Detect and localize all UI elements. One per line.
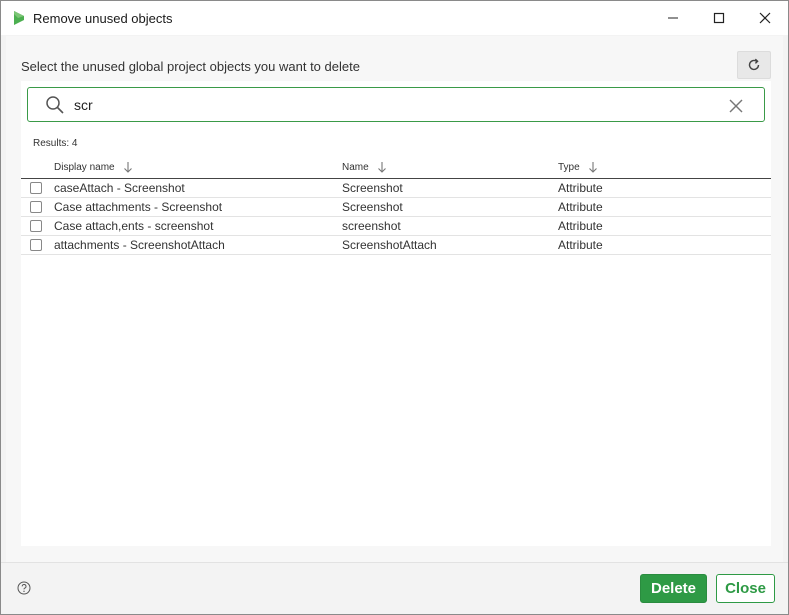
objects-list-area: Results: 4 Display name Name Type bbox=[21, 81, 771, 546]
arrow-down-icon bbox=[588, 162, 598, 173]
search-icon bbox=[46, 96, 64, 114]
search-input[interactable] bbox=[74, 94, 674, 116]
instruction-text: Select the unused global project objects… bbox=[21, 59, 360, 74]
title-bar[interactable]: Remove unused objects bbox=[1, 1, 788, 35]
cell-display-name: caseAttach - Screenshot bbox=[54, 181, 185, 195]
row-checkbox[interactable] bbox=[30, 182, 42, 194]
cell-type: Attribute bbox=[558, 238, 603, 252]
remove-unused-objects-dialog: Remove unused objects Select the unused … bbox=[0, 0, 789, 615]
cell-name: ScreenshotAttach bbox=[342, 238, 437, 252]
maximize-icon bbox=[713, 12, 725, 24]
row-checkbox[interactable] bbox=[30, 239, 42, 251]
column-header-display-name[interactable]: Display name bbox=[54, 162, 133, 173]
table-row[interactable]: attachments - ScreenshotAttach Screensho… bbox=[21, 236, 771, 255]
footer-divider bbox=[1, 562, 788, 563]
maximize-button[interactable] bbox=[696, 1, 742, 35]
cell-type: Attribute bbox=[558, 181, 603, 195]
refresh-icon bbox=[748, 58, 760, 71]
search-box[interactable] bbox=[27, 87, 765, 122]
cell-name: Screenshot bbox=[342, 200, 403, 214]
arrow-down-icon bbox=[123, 162, 133, 173]
window-title: Remove unused objects bbox=[33, 11, 173, 26]
cell-display-name: attachments - ScreenshotAttach bbox=[54, 238, 225, 252]
cell-display-name: Case attachments - Screenshot bbox=[54, 200, 223, 214]
row-checkbox[interactable] bbox=[30, 220, 42, 232]
table-row[interactable]: Case attachments - Screenshot Screenshot… bbox=[21, 198, 771, 217]
column-header-type[interactable]: Type bbox=[558, 162, 598, 173]
arrow-down-icon bbox=[377, 162, 387, 173]
table-row[interactable]: caseAttach - Screenshot Screenshot Attri… bbox=[21, 179, 771, 198]
cell-type: Attribute bbox=[558, 219, 603, 233]
minimize-button[interactable] bbox=[650, 1, 696, 35]
column-header-label: Display name bbox=[54, 162, 115, 173]
cell-name: Screenshot bbox=[342, 181, 403, 195]
table-row[interactable]: Case attach,ents - screenshot screenshot… bbox=[21, 217, 771, 236]
column-header-label: Type bbox=[558, 162, 580, 173]
cell-display-name: Case attach,ents - screenshot bbox=[54, 219, 214, 233]
row-checkbox[interactable] bbox=[30, 201, 42, 213]
cell-type: Attribute bbox=[558, 200, 603, 214]
content-panel: Select the unused global project objects… bbox=[6, 36, 783, 562]
minimize-icon bbox=[668, 17, 678, 19]
refresh-button[interactable] bbox=[737, 51, 771, 79]
delete-button[interactable]: Delete bbox=[640, 574, 707, 603]
cell-name: screenshot bbox=[342, 219, 401, 233]
app-logo-icon bbox=[14, 11, 24, 25]
window-close-button[interactable] bbox=[742, 1, 788, 35]
column-header-label: Name bbox=[342, 162, 369, 173]
close-button[interactable]: Close bbox=[716, 574, 775, 603]
results-count: Results: 4 bbox=[33, 138, 78, 149]
clear-icon[interactable] bbox=[728, 98, 744, 114]
close-icon bbox=[759, 12, 771, 24]
help-icon[interactable] bbox=[17, 581, 31, 595]
column-header-name[interactable]: Name bbox=[342, 162, 387, 173]
